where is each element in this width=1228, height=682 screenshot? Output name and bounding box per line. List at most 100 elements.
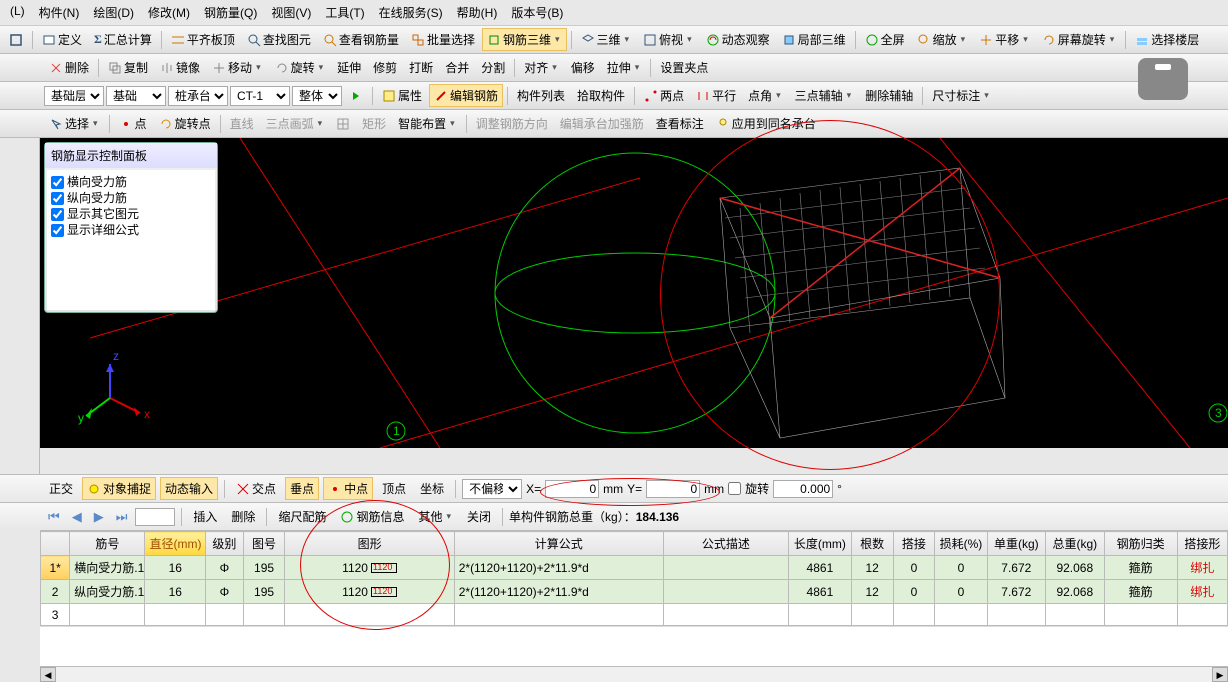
- chk-show-formula[interactable]: 显示详细公式: [51, 222, 211, 238]
- menu-view[interactable]: 视图(V): [265, 2, 317, 23]
- dimension-annot-button[interactable]: 尺寸标注▾: [927, 84, 996, 107]
- menu-rebar-qty[interactable]: 钢筋量(Q): [198, 2, 263, 23]
- x-input[interactable]: [545, 480, 599, 498]
- set-clamp-button[interactable]: 设置夹点: [655, 56, 713, 79]
- fullscreen-button[interactable]: 全屏: [860, 28, 910, 51]
- line-tool[interactable]: 直线: [225, 112, 259, 135]
- ortho-toggle[interactable]: 正交: [44, 477, 78, 500]
- chk-vertical-rebar[interactable]: 纵向受力筋: [51, 190, 211, 206]
- parallel-button[interactable]: 平行: [691, 84, 741, 107]
- three-pt-axis-button[interactable]: 三点辅轴▾: [790, 84, 859, 107]
- view-rebar-qty-button[interactable]: 查看钢筋量: [318, 28, 404, 51]
- find-elem-button[interactable]: 查找图元: [242, 28, 316, 51]
- perspective-button[interactable]: 俯视▾: [638, 28, 699, 51]
- menu-help[interactable]: 帮助(H): [451, 2, 504, 23]
- horizontal-scrollbar[interactable]: ◀ ▶: [40, 666, 1228, 682]
- nav-prev-icon[interactable]: ◀: [68, 509, 86, 525]
- whole-select[interactable]: 整体: [292, 86, 342, 106]
- chk-horizontal-rebar[interactable]: 横向受力筋: [51, 174, 211, 190]
- rotate-input[interactable]: [773, 480, 833, 498]
- edit-rebar-button[interactable]: 编辑钢筋: [429, 84, 503, 107]
- rotate-point-tool[interactable]: 旋转点: [154, 112, 216, 135]
- scale-rebar-button[interactable]: 缩尺配筋: [273, 505, 331, 528]
- table-row[interactable]: 2 纵向受力筋.1 16 Φ 195 11201120 2*(1120+1120…: [41, 580, 1228, 604]
- perp-snap[interactable]: 垂点: [285, 477, 319, 500]
- mid-snap[interactable]: 中点: [323, 477, 373, 500]
- split-button[interactable]: 分割: [476, 56, 510, 79]
- rebar-3d-button[interactable]: 钢筋三维▾: [482, 28, 567, 51]
- intersect-snap[interactable]: 交点: [231, 477, 281, 500]
- apply-to-same-button[interactable]: 应用到同名承台: [711, 112, 821, 135]
- y-input[interactable]: [646, 480, 700, 498]
- menu-modify[interactable]: 修改(M): [142, 2, 196, 23]
- sum-calc-button[interactable]: Σ汇总计算: [89, 28, 157, 51]
- trim-button[interactable]: 修剪: [368, 56, 402, 79]
- select-floor-button[interactable]: 选择楼层: [1130, 28, 1204, 51]
- view-annot-button[interactable]: 查看标注: [651, 112, 709, 135]
- nav-last-icon[interactable]: ⏭: [112, 509, 132, 525]
- grid-icon[interactable]: [331, 114, 355, 134]
- batch-select-button[interactable]: 批量选择: [406, 28, 480, 51]
- elem-list-button[interactable]: 构件列表: [512, 84, 570, 107]
- menu-l[interactable]: (L): [4, 2, 31, 23]
- rebar-info-button[interactable]: 钢筋信息: [335, 505, 409, 528]
- menu-draw[interactable]: 绘图(D): [87, 2, 140, 23]
- chk-show-other-elem[interactable]: 显示其它图元: [51, 206, 211, 222]
- local-3d-button[interactable]: 局部三维: [777, 28, 851, 51]
- table-row[interactable]: 1* 横向受力筋.1 16 Φ 195 11201120 2*(1120+112…: [41, 556, 1228, 580]
- define-button[interactable]: 定义: [37, 28, 87, 51]
- menu-component[interactable]: 构件(N): [33, 2, 86, 23]
- align-button[interactable]: 对齐▾: [519, 56, 564, 79]
- delete-button[interactable]: 删除: [44, 56, 94, 79]
- screen-rotate-button[interactable]: 屏幕旋转▾: [1037, 28, 1122, 51]
- point-angle-button[interactable]: 点角▾: [743, 84, 788, 107]
- floor-select[interactable]: 基础层: [44, 86, 104, 106]
- nav-first-icon[interactable]: ⏮: [44, 509, 64, 525]
- properties-button[interactable]: 属性: [377, 84, 427, 107]
- grid-delete-button[interactable]: 删除: [226, 505, 260, 528]
- vertex-snap[interactable]: 顶点: [377, 477, 411, 500]
- coord-snap[interactable]: 坐标: [415, 477, 449, 500]
- break-button[interactable]: 打断: [404, 56, 438, 79]
- delete-aux-axis-button[interactable]: 删除辅轴: [860, 84, 918, 107]
- scroll-left-icon[interactable]: ◀: [40, 667, 56, 682]
- nav-next-icon[interactable]: ▶: [90, 509, 108, 525]
- move-button[interactable]: 移动▾: [207, 56, 268, 79]
- offset-button[interactable]: 偏移: [566, 56, 600, 79]
- menu-version[interactable]: 版本号(B): [505, 2, 569, 23]
- select-tool[interactable]: 选择▾: [44, 112, 105, 135]
- edit-cap-reinf-button[interactable]: 编辑承台加强筋: [555, 112, 649, 135]
- toggle-panel-icon[interactable]: [4, 30, 28, 50]
- nav-index-input[interactable]: [135, 508, 175, 526]
- copy-button[interactable]: 复制: [103, 56, 153, 79]
- extend-button[interactable]: 延伸: [332, 56, 366, 79]
- menu-tools[interactable]: 工具(T): [319, 2, 370, 23]
- 3d-viewport[interactable]: 1 3: [40, 138, 1228, 448]
- pick-elem-button[interactable]: 拾取构件: [572, 84, 630, 107]
- menu-online[interactable]: 在线服务(S): [373, 2, 449, 23]
- rect-tool[interactable]: 矩形: [357, 112, 391, 135]
- osnap-toggle[interactable]: 对象捕捉: [82, 477, 156, 500]
- level-top-button[interactable]: 平齐板顶: [166, 28, 240, 51]
- two-point-button[interactable]: 两点: [639, 84, 689, 107]
- close-grid-button[interactable]: 关闭: [462, 505, 496, 528]
- zoom-button[interactable]: 缩放▾: [912, 28, 973, 51]
- point-tool[interactable]: 点: [114, 112, 152, 135]
- smart-place-button[interactable]: 智能布置▾: [393, 112, 462, 135]
- adjust-rebar-dir-button[interactable]: 调整钢筋方向: [471, 112, 553, 135]
- merge-button[interactable]: 合并: [440, 56, 474, 79]
- arc-3pt-tool[interactable]: 三点画弧▾: [261, 112, 330, 135]
- other-button[interactable]: 其他▾: [413, 505, 458, 528]
- mirror-button[interactable]: 镜像: [155, 56, 205, 79]
- grid-insert-button[interactable]: 插入: [188, 505, 222, 528]
- pan-button[interactable]: 平移▾: [974, 28, 1035, 51]
- table-row[interactable]: 3: [41, 604, 1228, 626]
- subcategory-select[interactable]: 桩承台: [168, 86, 228, 106]
- scroll-right-icon[interactable]: ▶: [1212, 667, 1228, 682]
- code-select[interactable]: CT-1: [230, 86, 290, 106]
- rebar-display-panel[interactable]: 钢筋显示控制面板 横向受力筋 纵向受力筋 显示其它图元 显示详细公式: [44, 142, 218, 313]
- category-select[interactable]: 基础: [106, 86, 166, 106]
- view-3d-button[interactable]: 三维▾: [576, 28, 637, 51]
- rebar-grid[interactable]: 筋号 直径(mm) 级别 图号 图形 计算公式 公式描述 长度(mm) 根数 搭…: [40, 530, 1228, 626]
- dyn-input-toggle[interactable]: 动态输入: [160, 477, 218, 500]
